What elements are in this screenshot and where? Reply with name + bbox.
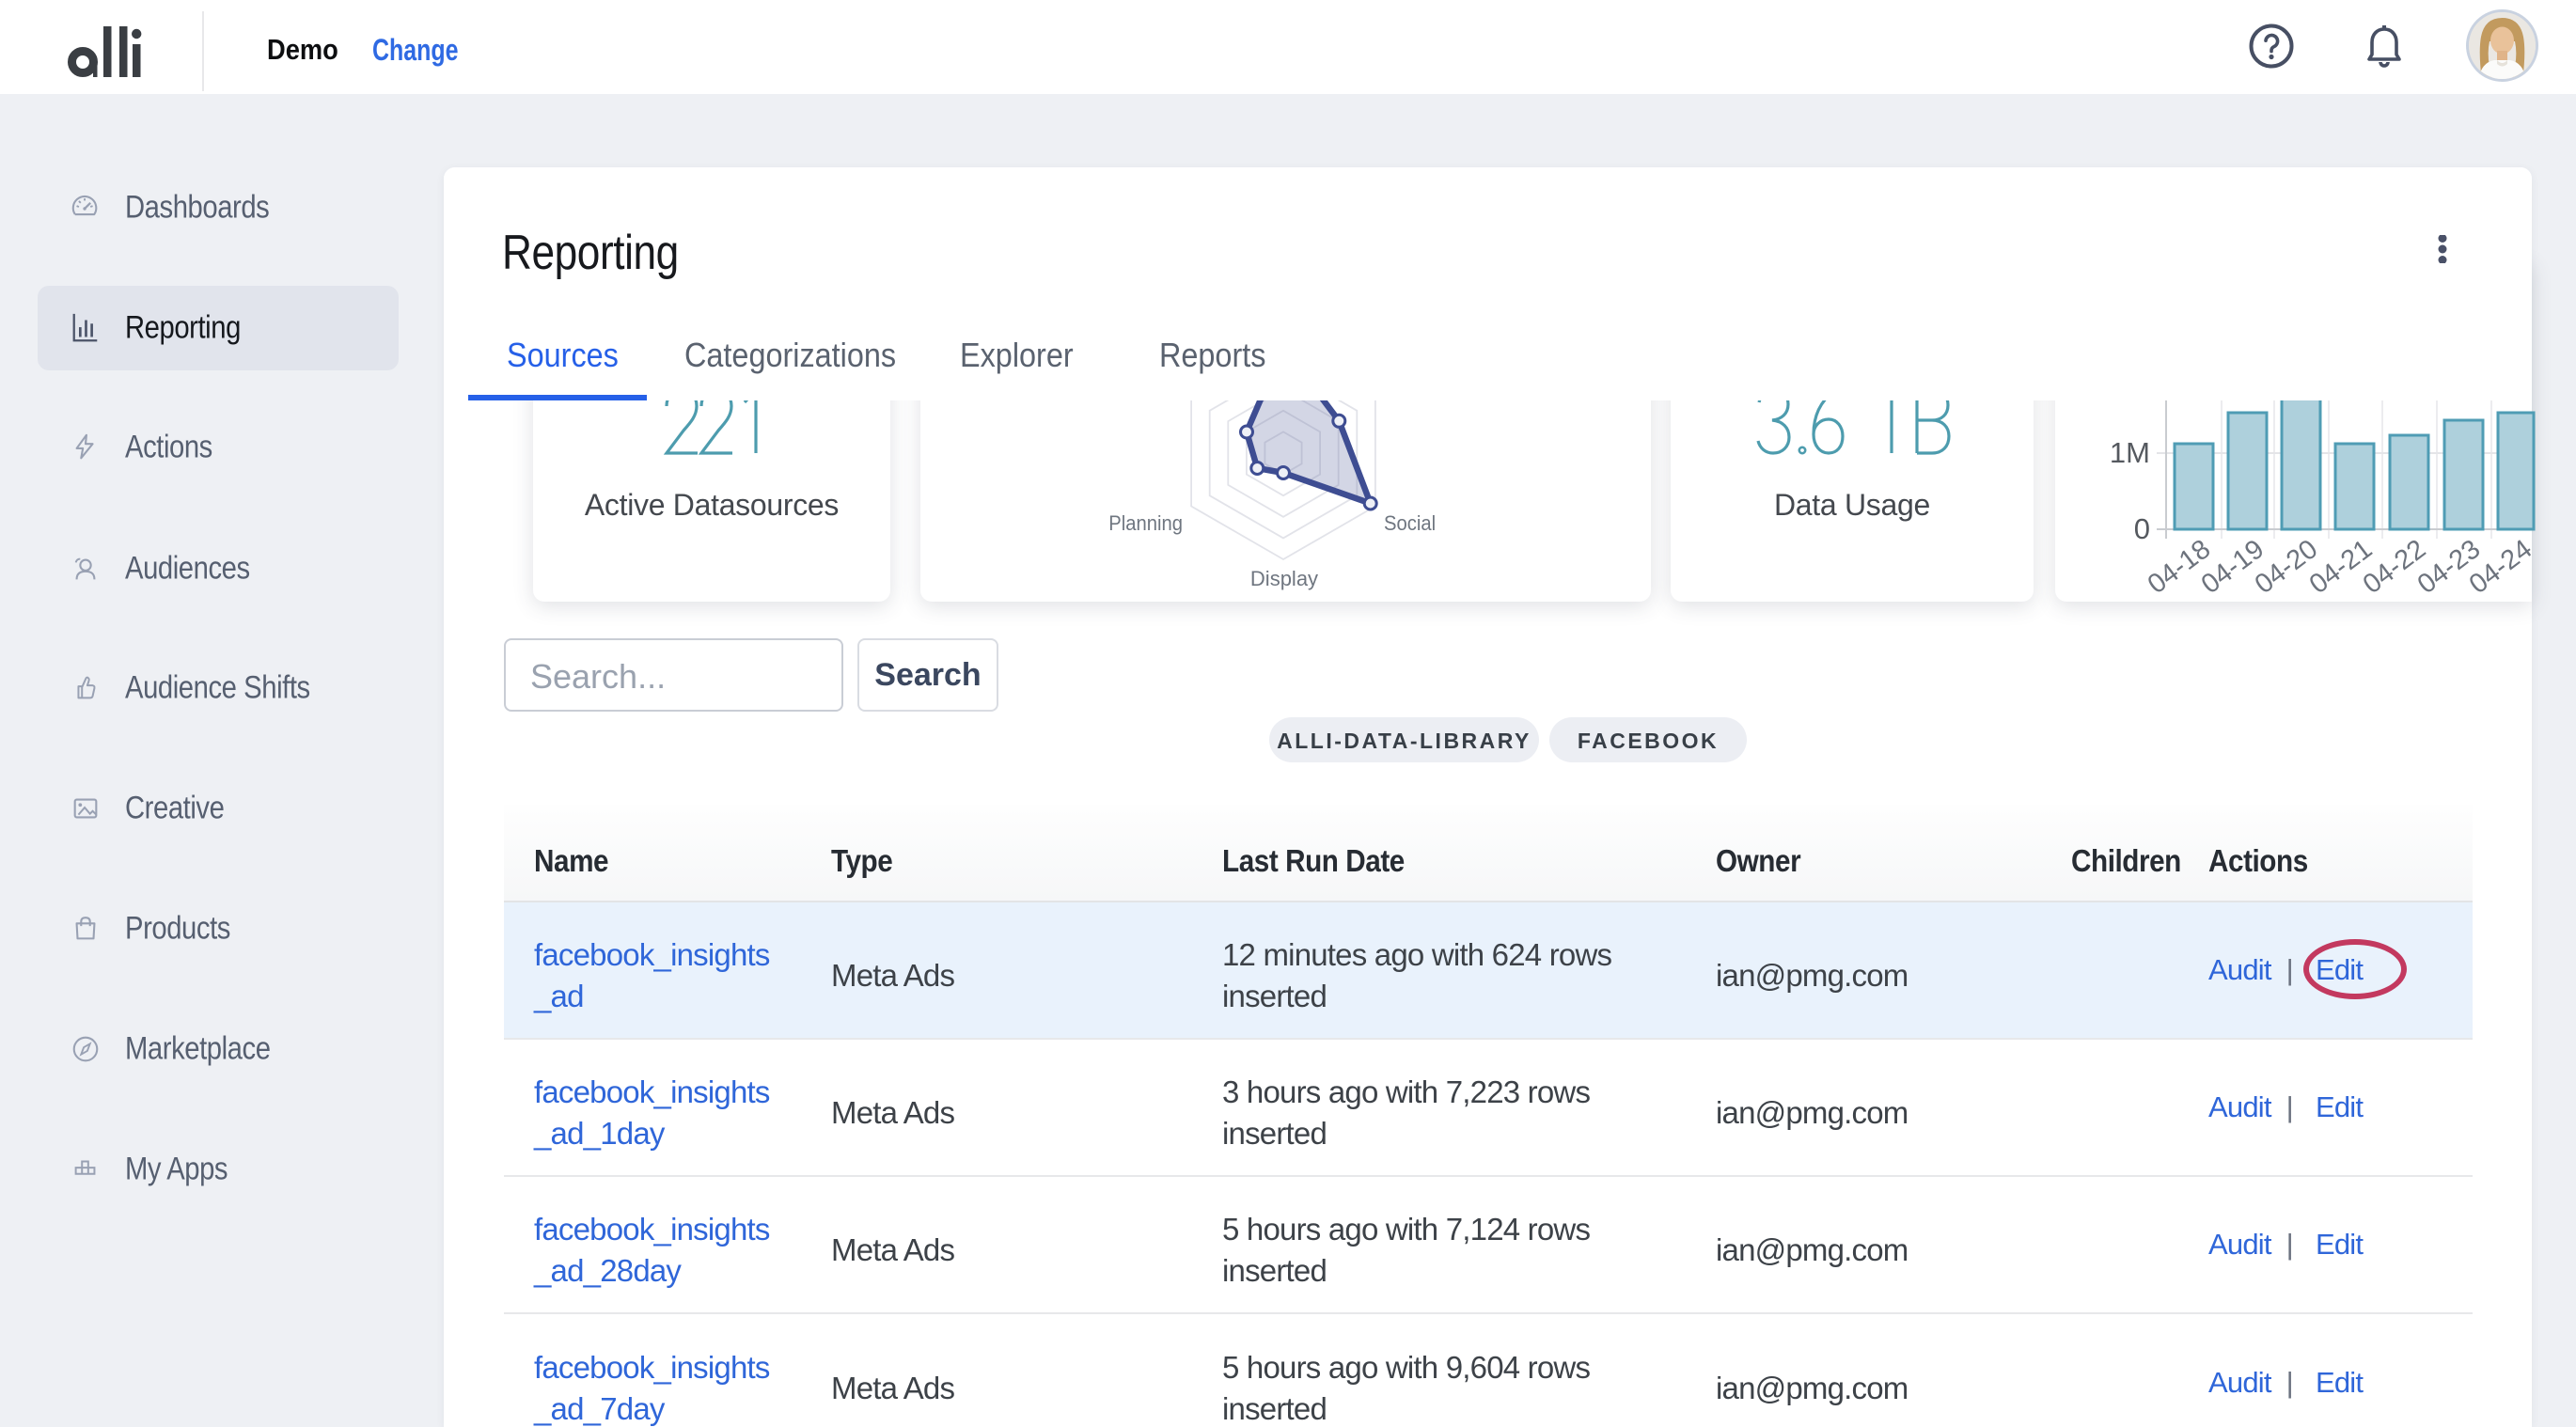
svg-text:04-20: 04-20 — [2250, 534, 2323, 600]
svg-text:Display: Display — [1250, 567, 1318, 590]
svg-text:04-18: 04-18 — [2143, 534, 2216, 600]
svg-text:04-21: 04-21 — [2304, 534, 2378, 600]
svg-text:Planning: Planning — [1108, 512, 1183, 535]
svg-text:04-22: 04-22 — [2358, 534, 2431, 600]
svg-text:04-19: 04-19 — [2196, 534, 2270, 600]
svg-text:1M: 1M — [2110, 436, 2150, 469]
svg-text:Social: Social — [1384, 512, 1436, 535]
svg-text:0: 0 — [2134, 512, 2150, 545]
